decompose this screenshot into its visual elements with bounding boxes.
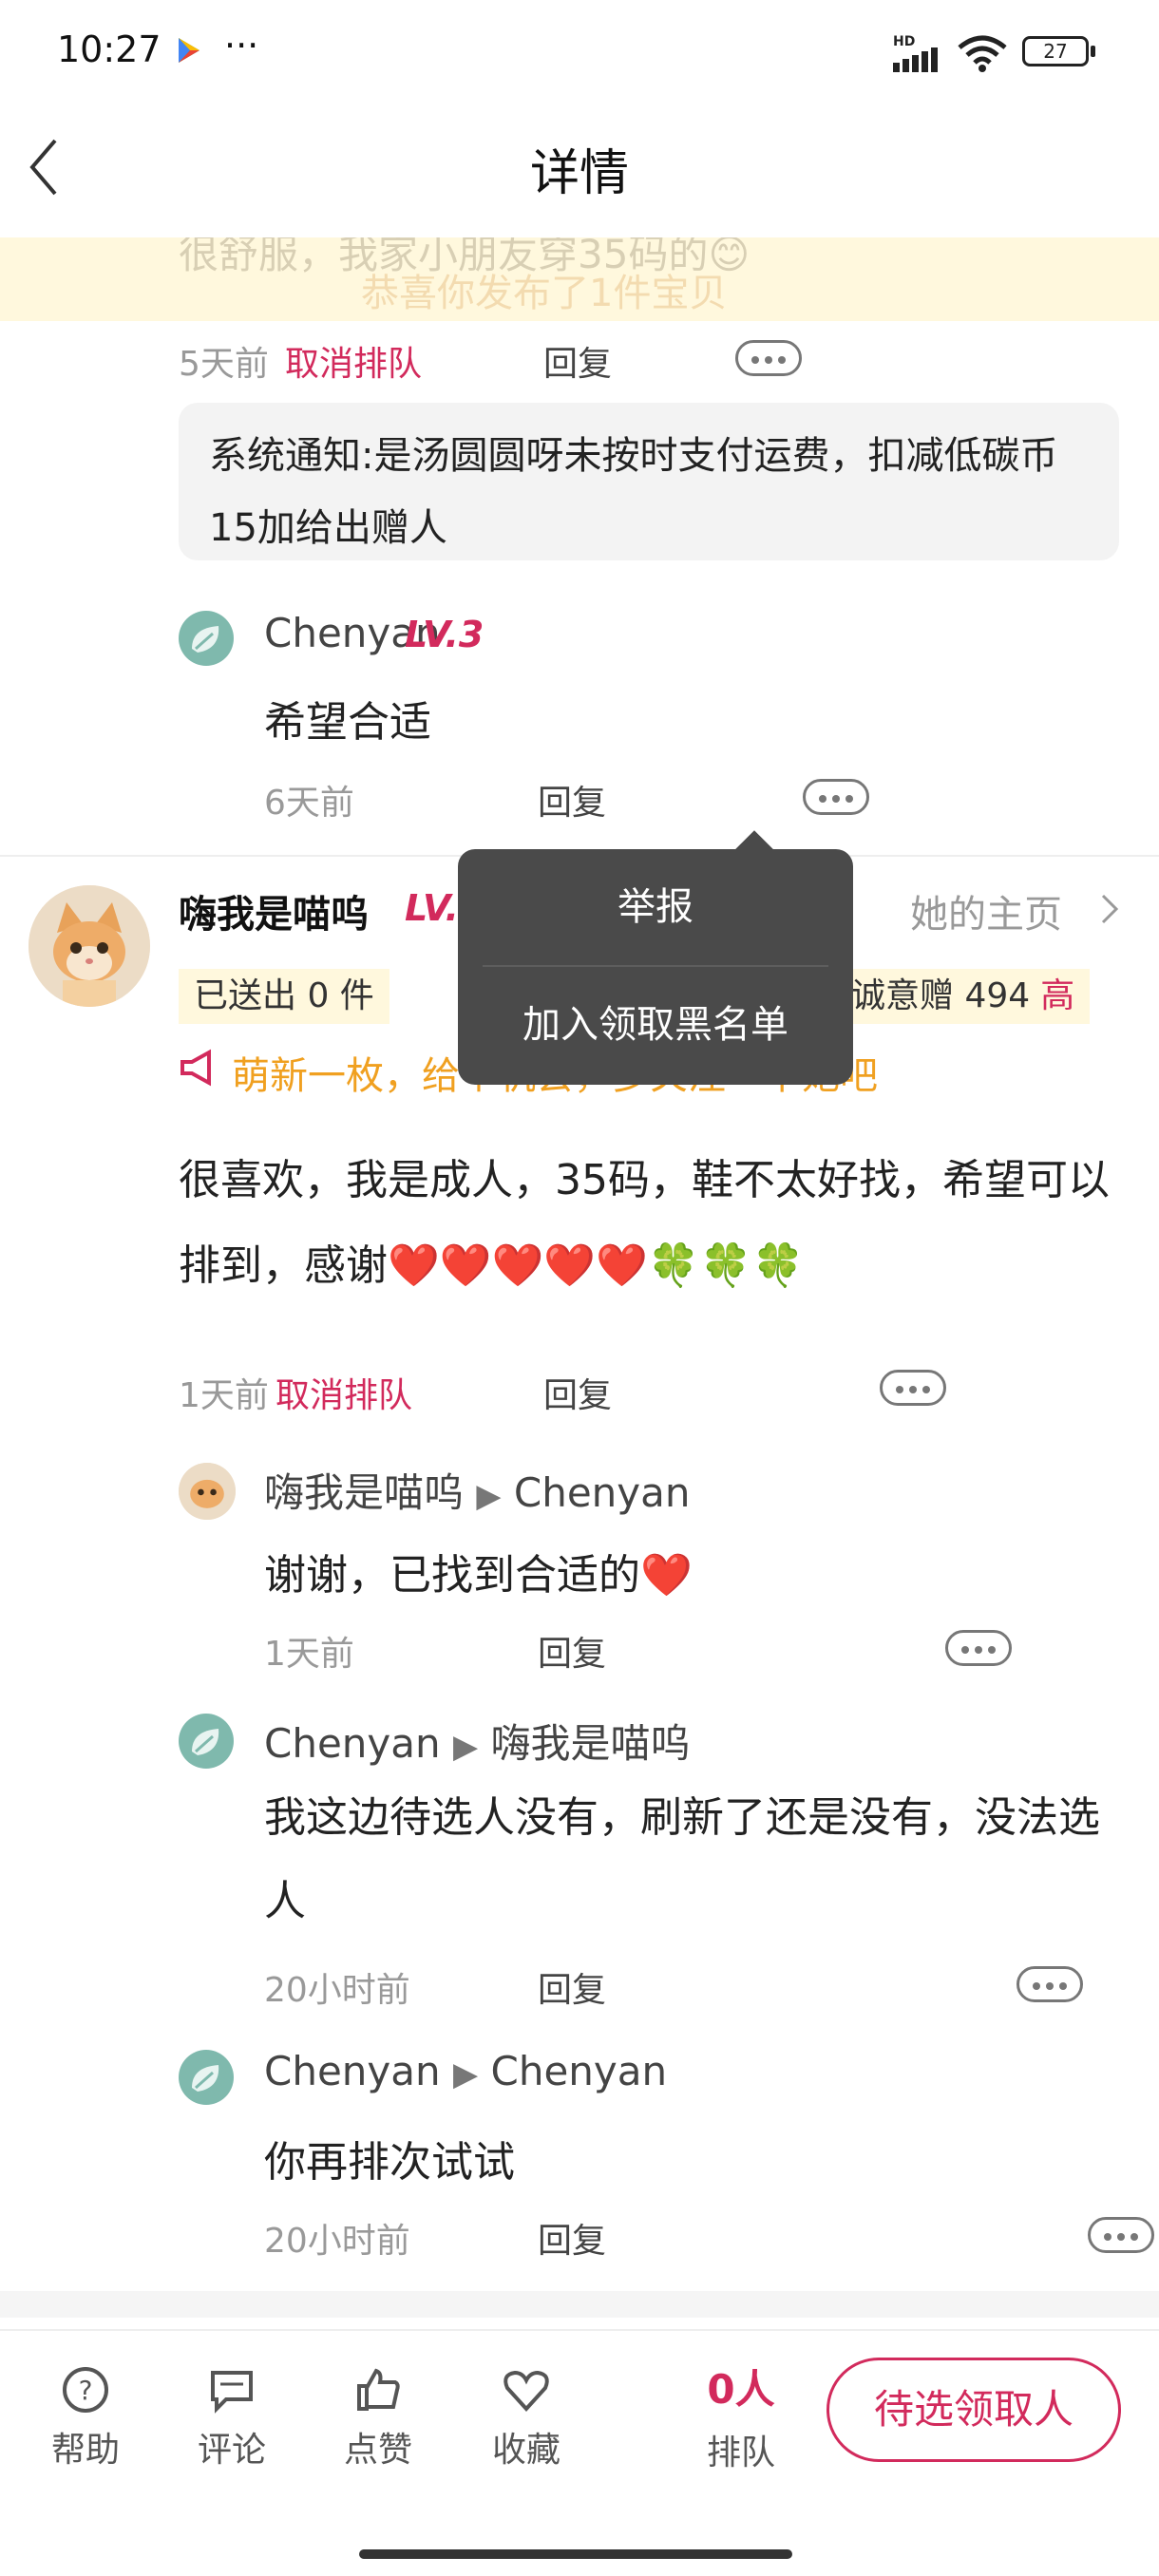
bottom-bar: ? 帮助 评论 点赞 收藏 0人 排队 待选领取人 [0, 2329, 1159, 2576]
chevron-right-icon[interactable] [1100, 893, 1119, 925]
more-icon[interactable] [945, 1630, 1013, 1666]
battery-level: 27 [1043, 40, 1068, 63]
comment-reply[interactable]: 回复 [543, 1368, 612, 1417]
reply-arrow-icon: ▶ [476, 1477, 502, 1515]
reply-header: 嗨我是喵呜 ▶ Chenyan [264, 1461, 691, 1519]
battery-tip [1091, 46, 1095, 57]
reply-to[interactable]: Chenyan [514, 1469, 691, 1516]
banner-line-2: 恭喜你发布了1件宝贝 [361, 272, 728, 315]
reply-header: Chenyan ▶ 嗨我是喵呜 [264, 1712, 691, 1770]
like-button[interactable]: 点赞 [331, 2365, 426, 2472]
reply-text: 谢谢，已找到合适的❤️ [264, 1551, 693, 1600]
comment-button[interactable]: 评论 [184, 2365, 279, 2472]
sent-count: 已送出 0 件 [194, 976, 374, 1015]
level-badge: LV. [405, 887, 459, 929]
reply-reply[interactable]: 回复 [538, 1626, 606, 1676]
comment-text: 很喜欢，我是成人，35码，鞋不太好找，希望可以排到，感谢❤️❤️❤️❤️❤️🍀🍀… [179, 1156, 1110, 1290]
reply-from[interactable]: Chenyan [264, 1720, 441, 1767]
sincerity-label: 诚意赠 494 [851, 976, 1031, 1015]
like-label: 点赞 [343, 2431, 412, 2470]
svg-text:?: ? [79, 2375, 93, 2406]
congrats-banner: 很舒服，我家小朋友穿35码的😊 恭喜你发布了1件宝贝 [0, 237, 1159, 321]
reply-from[interactable]: Chenyan [264, 2048, 441, 2094]
status-time: 10:27 [57, 28, 162, 70]
signal-icon [893, 47, 938, 72]
reply-time: 1天前 [264, 1635, 354, 1674]
reply-to[interactable]: 嗨我是喵呜 [491, 1720, 691, 1767]
megaphone-icon [180, 1049, 211, 1087]
reply-text: 你再排次试试 [264, 2138, 515, 2187]
more-icon[interactable] [735, 340, 802, 376]
queue-button[interactable]: 0人 排队 [684, 2358, 798, 2474]
battery-icon: 27 [1022, 36, 1089, 66]
favorite-button[interactable]: 收藏 [479, 2365, 574, 2472]
comment-icon [211, 2371, 253, 2414]
comment-label: 评论 [197, 2431, 266, 2470]
sincerity-badge: 诚意赠 494 高 [836, 969, 1091, 1024]
reply-from[interactable]: 嗨我是喵呜 [264, 1469, 464, 1516]
help-button[interactable]: ? 帮助 [38, 2365, 133, 2472]
thumbs-up-icon [357, 2368, 400, 2411]
reply-header: Chenyan ▶ Chenyan [264, 2048, 667, 2094]
more-icon[interactable] [880, 1370, 947, 1406]
page-title: 详情 [529, 145, 629, 202]
more-icon[interactable] [803, 779, 870, 815]
reply-arrow-icon: ▶ [452, 1728, 479, 1766]
system-notice: 系统通知:是汤圆圆呀未按时支付运费，扣减低碳币15加给出赠人 [179, 403, 1119, 560]
thread1-cancel-queue[interactable]: 取消排队 [285, 336, 422, 386]
reply-text: 我这边待选人没有，刷新了还是没有，没法选人 [264, 1793, 1100, 1925]
reply-to[interactable]: Chenyan [491, 2048, 668, 2094]
popup-menu: 举报 加入领取黑名单 [458, 830, 853, 1085]
queue-label: 排队 [706, 2434, 775, 2472]
status-bar: 10:27 ··· HD 27 [0, 0, 1159, 104]
reply-time: 20小时前 [264, 2222, 410, 2261]
comment-cancel-queue[interactable]: 取消排队 [276, 1368, 412, 1417]
comment-user[interactable]: 嗨我是喵呜 [179, 883, 369, 938]
avatar[interactable] [28, 885, 150, 1007]
avatar[interactable] [179, 611, 234, 666]
popup-item-report[interactable]: 举报 [458, 849, 853, 965]
sub-reply-reply[interactable]: 回复 [538, 775, 606, 824]
more-icon[interactable] [1088, 2217, 1155, 2253]
reply-reply[interactable]: 回复 [538, 2213, 606, 2263]
help-label: 帮助 [50, 2431, 120, 2470]
wifi-icon [958, 35, 1007, 72]
thread1-time: 5天前 [179, 345, 269, 384]
sincerity-level: 高 [1040, 976, 1075, 1015]
comment-time: 1天前 [179, 1376, 269, 1415]
favorite-label: 收藏 [491, 2431, 560, 2470]
sub-reply-text: 希望合适 [264, 698, 431, 747]
more-icon[interactable] [1016, 1966, 1084, 2002]
reply-arrow-icon: ▶ [452, 2055, 479, 2093]
avatar[interactable] [179, 1463, 236, 1520]
header: 详情 [0, 104, 1159, 237]
level-badge: LV.3 [405, 614, 484, 655]
avatar[interactable] [179, 1714, 234, 1769]
heart-icon [504, 2370, 549, 2412]
play-store-icon [179, 38, 200, 63]
homepage-link[interactable]: 她的主页 [910, 883, 1062, 938]
system-notice-text: 系统通知:是汤圆圆呀未按时支付运费，扣减低碳币15加给出赠人 [209, 434, 1058, 550]
reply-time: 20小时前 [264, 1971, 410, 2010]
thread1-reply[interactable]: 回复 [543, 336, 612, 386]
section-gap [0, 2291, 1159, 2318]
sub-reply-time: 6天前 [264, 784, 354, 823]
home-indicator [359, 2549, 792, 2559]
select-receiver-button[interactable]: 待选领取人 [826, 2358, 1121, 2462]
reply-reply[interactable]: 回复 [538, 1962, 606, 2012]
queue-count: 0人 [707, 2366, 775, 2413]
help-icon: ? [63, 2367, 108, 2413]
sent-badge: 已送出 0 件 [179, 969, 390, 1024]
status-dots: ··· [224, 25, 259, 66]
avatar[interactable] [179, 2050, 234, 2105]
popup-item-blacklist[interactable]: 加入领取黑名单 [458, 967, 853, 1083]
